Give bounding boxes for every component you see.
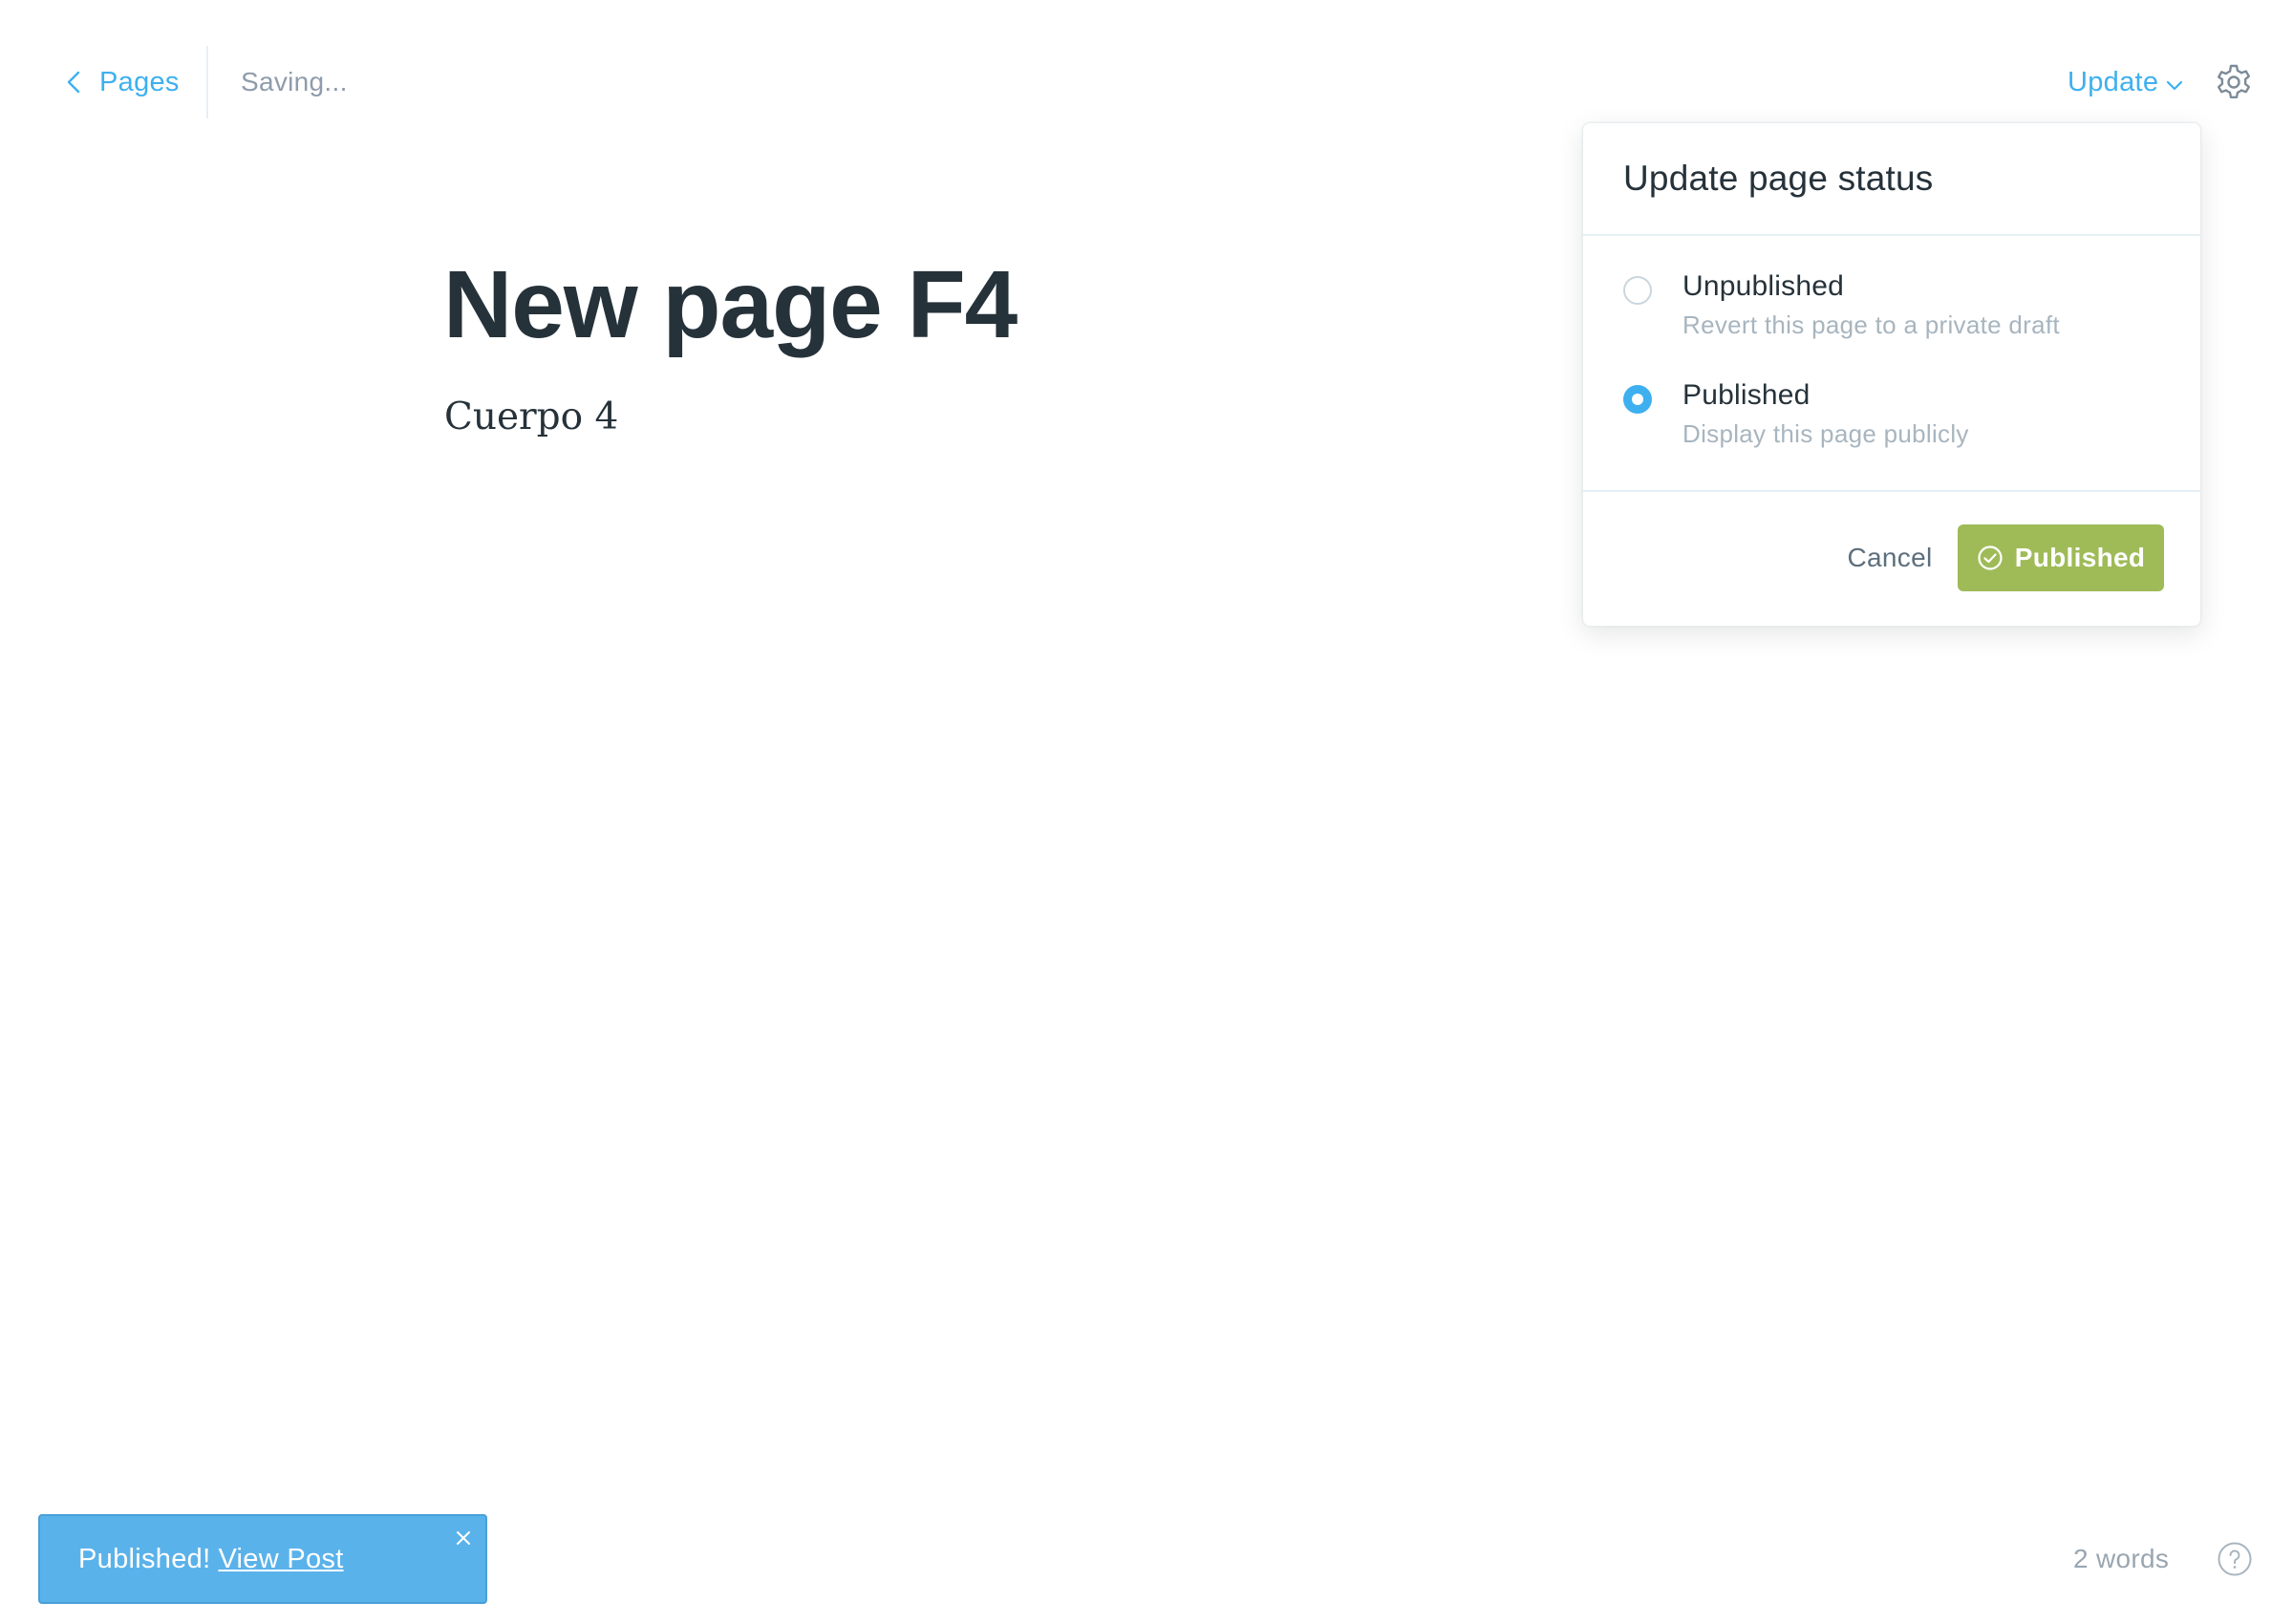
page-body[interactable]: Cuerpo 4 (444, 395, 618, 438)
check-circle-icon (1977, 545, 2004, 571)
dropdown-title: Update page status (1623, 159, 1934, 198)
dropdown-footer: Cancel Published (1583, 492, 2200, 626)
publish-notification: Published! View Post (38, 1514, 487, 1604)
help-icon (2217, 1542, 2253, 1581)
notification-message: Published! (78, 1543, 211, 1574)
page-title[interactable]: New page F4 (443, 250, 1018, 360)
save-status-text: Saving... (241, 67, 348, 96)
cancel-button[interactable]: Cancel (1828, 524, 1952, 591)
update-dropdown-trigger[interactable]: Update (2068, 59, 2185, 105)
published-button[interactable]: Published (1958, 524, 2164, 591)
published-radio[interactable] (1623, 385, 1652, 414)
update-label: Update (2068, 66, 2159, 97)
view-post-link[interactable]: View Post (218, 1544, 343, 1575)
update-status-dropdown: Update page status Unpublished Revert th… (1582, 122, 2201, 627)
chevron-down-icon (2164, 72, 2185, 93)
option-description: Revert this page to a private draft (1682, 310, 2060, 339)
help-button[interactable] (2217, 1541, 2253, 1577)
back-link-label: Pages (99, 66, 180, 97)
back-to-pages-link[interactable]: Pages (61, 59, 180, 105)
dropdown-header: Update page status (1583, 123, 2200, 236)
header-divider (206, 46, 208, 118)
gear-icon (2215, 64, 2253, 105)
settings-button[interactable] (2215, 63, 2253, 101)
chevron-left-icon (61, 69, 88, 96)
close-icon[interactable] (453, 1528, 474, 1549)
option-label: Unpublished (1682, 270, 1844, 302)
option-label: Published (1682, 379, 1811, 411)
unpublished-radio[interactable] (1623, 276, 1652, 305)
published-button-label: Published (2014, 543, 2146, 572)
option-published[interactable]: Published Display this page publicly (1623, 379, 2177, 459)
status-options: Unpublished Revert this page to a privat… (1583, 236, 2200, 492)
option-unpublished[interactable]: Unpublished Revert this page to a privat… (1623, 270, 2177, 351)
word-count: 2 words (2073, 1544, 2170, 1573)
notification-text: Published! View Post (78, 1516, 344, 1602)
option-description: Display this page publicly (1682, 419, 1969, 448)
